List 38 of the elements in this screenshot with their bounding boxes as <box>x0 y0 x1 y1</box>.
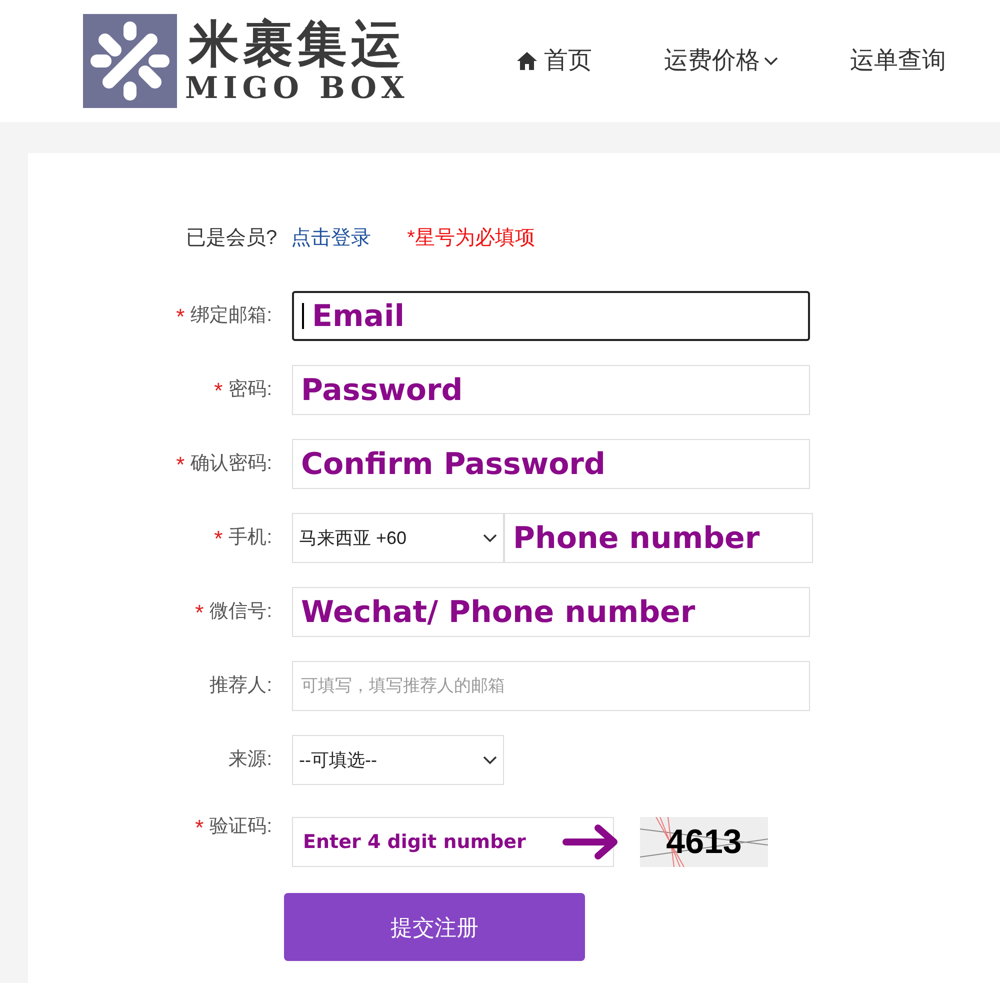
required-mark: * <box>176 302 185 330</box>
logo-title: 米裹集运 <box>189 16 406 72</box>
field-label: 确认密码: <box>190 452 272 476</box>
field-label: 密码: <box>228 378 272 402</box>
nav-link[interactable]: 运单查询 <box>850 43 946 79</box>
chevron-down-icon <box>483 534 497 542</box>
captcha-image: 4613 <box>640 817 768 867</box>
submit-button[interactable]: 提交注册 <box>284 893 585 961</box>
field-label: 验证码: <box>210 814 272 839</box>
login-link[interactable]: 点击登录 <box>291 223 372 253</box>
required-mark: * <box>195 814 204 842</box>
nav-link[interactable]: 运费价格 <box>664 43 778 79</box>
input-field[interactable]: Enter 4 digit number <box>292 817 614 867</box>
input-field[interactable]: Wechat/ Phone number <box>292 587 810 637</box>
member-prompt: 已是会员? <box>186 226 278 251</box>
input-field[interactable]: Confirm Password <box>292 439 810 489</box>
required-mark: * <box>214 524 223 552</box>
source-select[interactable]: --可填选-- <box>292 735 504 785</box>
input-field[interactable]: Password <box>292 365 810 415</box>
field-label: 微信号: <box>210 600 272 624</box>
required-note: *星号为必填项 <box>407 226 535 251</box>
logo-icon <box>83 14 177 108</box>
field-label: 手机: <box>228 526 272 550</box>
logo-subtitle: MIGO BOX <box>185 72 410 106</box>
required-mark: * <box>176 450 185 478</box>
text-cursor-icon <box>302 303 304 329</box>
field-label: 推荐人: <box>210 674 272 698</box>
field-label: 来源: <box>228 748 272 772</box>
home-icon <box>516 51 538 71</box>
country-select[interactable]: 马来西亚 +60 <box>292 513 504 563</box>
required-mark: * <box>214 376 223 404</box>
field-label: 绑定邮箱: <box>190 304 272 328</box>
input-field[interactable]: Phone number <box>504 513 813 563</box>
nav-link[interactable]: 首页 <box>516 43 592 79</box>
required-mark: * <box>195 598 204 626</box>
chevron-down-icon <box>764 56 778 66</box>
input-field[interactable]: Email <box>292 291 810 341</box>
chevron-down-icon <box>483 756 497 764</box>
